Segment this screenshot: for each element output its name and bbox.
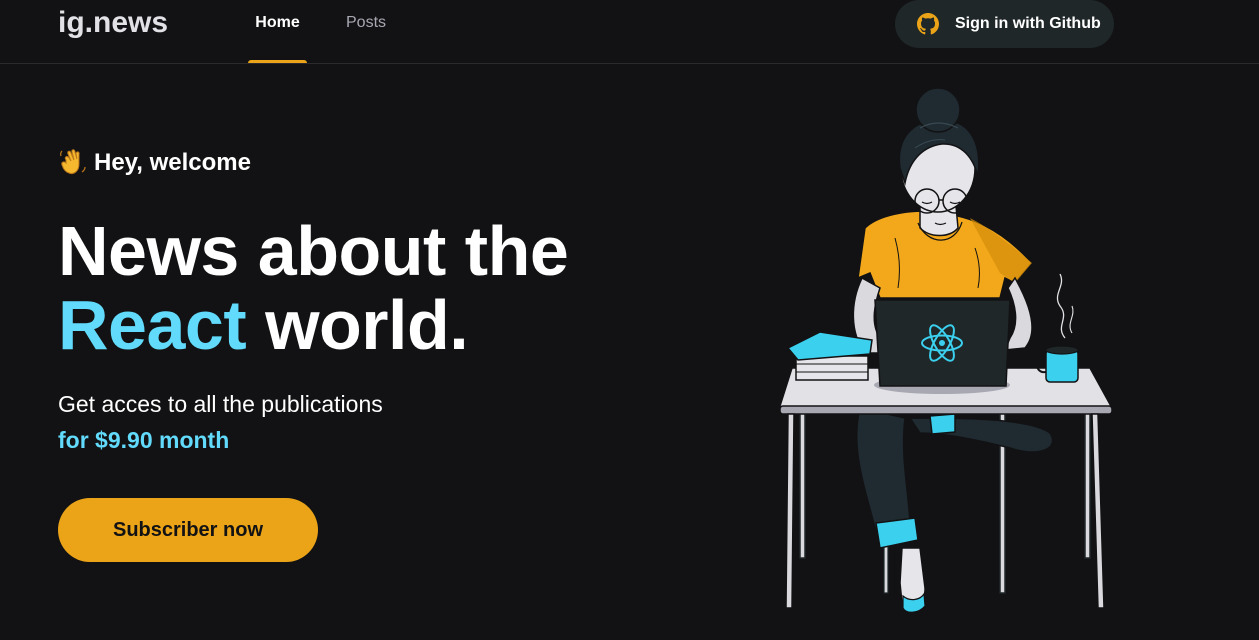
site-header: ig.news Home Posts Sign in with Github — [0, 0, 1259, 64]
waving-hand-icon — [58, 148, 88, 178]
hero-description: Get acces to all the publications — [58, 391, 383, 417]
welcome-heading: Hey, welcome — [58, 148, 251, 178]
hero-headline: News about the React world. — [58, 212, 569, 364]
headline-rest: world. — [246, 286, 469, 364]
headline-accent: React — [58, 286, 247, 364]
github-icon — [917, 13, 939, 35]
hero-price: for $9.90 month — [58, 427, 230, 453]
logo[interactable]: ig.news — [58, 6, 168, 40]
nav-home-link[interactable]: Home — [248, 0, 307, 63]
woman-with-laptop-illustration — [770, 87, 1120, 618]
headline-line1: News about the — [58, 212, 569, 290]
signin-label: Sign in with Github — [955, 15, 1101, 32]
welcome-text: Hey, welcome — [94, 149, 251, 176]
signin-github-button[interactable]: Sign in with Github — [895, 0, 1114, 48]
nav-posts-link[interactable]: Posts — [346, 0, 390, 63]
subscribe-button[interactable]: Subscriber now — [58, 498, 318, 562]
